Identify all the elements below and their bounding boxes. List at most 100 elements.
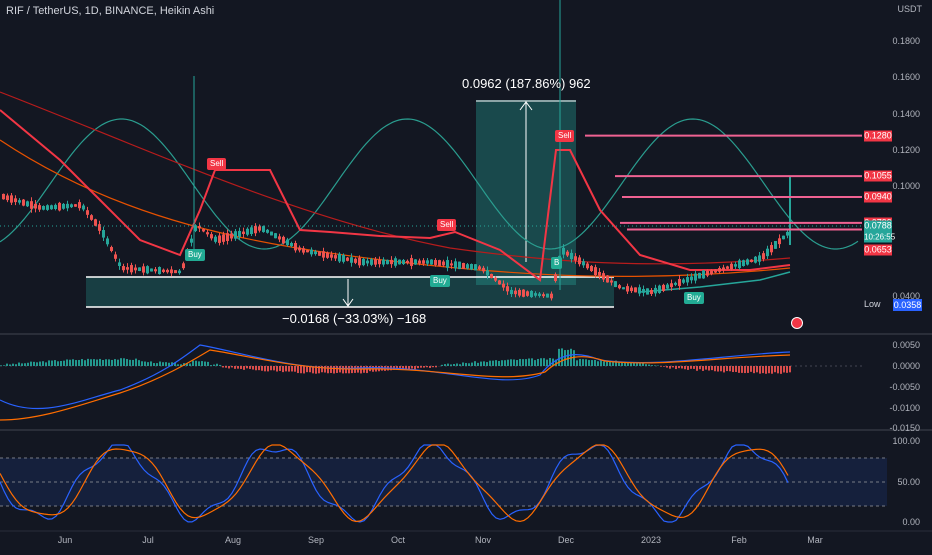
macd-histogram-bar — [597, 361, 599, 366]
candle-body — [750, 260, 753, 262]
candle-body — [110, 247, 113, 251]
candle-body — [94, 219, 97, 225]
candle-body — [314, 251, 317, 254]
candle-body — [566, 252, 569, 256]
macd-histogram-bar — [720, 366, 722, 371]
macd-histogram-bar — [420, 366, 422, 368]
macd-histogram-bar — [528, 358, 530, 366]
macd-histogram-bar — [639, 363, 641, 366]
macd-histogram-bar — [216, 364, 218, 366]
macd-histogram-bar — [336, 366, 338, 373]
candle-body — [494, 278, 497, 281]
macd-histogram-bar — [456, 363, 458, 366]
macd-histogram-bar — [201, 361, 203, 366]
last-price-label[interactable]: 0.0788 — [864, 221, 892, 232]
macd-histogram-bar — [582, 359, 584, 366]
stoch-tick: 50.00 — [897, 477, 920, 487]
macd-histogram-bar — [729, 366, 731, 371]
candle-body — [582, 261, 585, 265]
candle-body — [666, 285, 669, 289]
candle-body — [386, 260, 389, 264]
measure-up-label: 0.0962 (187.86%) 962 — [462, 76, 591, 91]
price-level-label[interactable]: 0.0940 — [864, 192, 892, 203]
candle-body — [546, 294, 549, 298]
macd-histogram-bar — [576, 360, 578, 366]
macd-histogram-bar — [267, 366, 269, 371]
macd-histogram-bar — [18, 363, 20, 366]
countdown-label: 10:26:55 — [864, 232, 892, 243]
macd-histogram-bar — [666, 366, 668, 368]
candle-body — [678, 279, 681, 286]
macd-histogram-bar — [507, 360, 509, 366]
macd-histogram-bar — [165, 362, 167, 366]
candle-body — [530, 291, 533, 297]
macd-histogram-bar — [225, 366, 227, 368]
macd-histogram-bar — [744, 366, 746, 373]
candle-body — [734, 264, 737, 266]
symbol-title[interactable]: RIF / TetherUS, 1D, BINANCE, Heikin Ashi — [6, 5, 214, 17]
candle-body — [242, 232, 245, 234]
candle-body — [542, 294, 545, 296]
candle-body — [82, 206, 85, 210]
macd-histogram-bar — [333, 366, 335, 373]
macd-histogram-bar — [789, 366, 791, 372]
candle-body — [402, 260, 405, 264]
macd-histogram-bar — [291, 366, 293, 371]
candle-body — [782, 236, 785, 240]
candle-body — [706, 271, 709, 276]
macd-histogram-bar — [345, 366, 347, 373]
time-tick: Aug — [225, 535, 241, 545]
macd-histogram-bar — [687, 366, 689, 370]
macd-histogram-bar — [738, 366, 740, 373]
macd-histogram-bar — [198, 361, 200, 366]
time-tick: Jun — [58, 535, 73, 545]
candle-body — [230, 234, 233, 239]
candle-body — [118, 262, 121, 266]
low-label: Low — [864, 299, 881, 309]
candle-body — [390, 260, 393, 264]
price-level-label[interactable]: 0.1055 — [864, 171, 892, 182]
candle-body — [654, 288, 657, 293]
macd-histogram-bar — [603, 361, 605, 366]
price-level-label[interactable]: 0.1280 — [864, 130, 892, 141]
macd-histogram-bar — [495, 360, 497, 366]
macd-histogram-bar — [678, 366, 680, 368]
candle-body — [778, 238, 781, 244]
price-level-label[interactable]: 0.0653 — [864, 244, 892, 255]
candle-body — [614, 281, 617, 287]
candle-body — [398, 260, 401, 265]
candle-body — [258, 226, 261, 230]
macd-histogram-bar — [42, 361, 44, 366]
macd-histogram-bar — [684, 366, 686, 369]
macd-histogram-bar — [537, 359, 539, 366]
candle-body — [2, 194, 5, 199]
candle-body — [138, 267, 141, 271]
candle-body — [570, 253, 573, 259]
macd-histogram-bar — [624, 363, 626, 366]
candle-body — [126, 267, 129, 270]
candle-body — [342, 255, 345, 262]
candle-body — [34, 204, 37, 209]
candle-body — [482, 268, 485, 272]
candle-body — [90, 215, 93, 220]
macd-histogram-bar — [147, 362, 149, 366]
macd-histogram-bar — [60, 361, 62, 366]
macd-histogram-bar — [474, 361, 476, 366]
candle-body — [634, 287, 637, 292]
macd-tick: -0.0050 — [889, 382, 920, 392]
candle-body — [338, 254, 341, 262]
macd-histogram-bar — [636, 363, 638, 366]
candle-body — [46, 205, 49, 210]
macd-histogram-bar — [777, 366, 779, 373]
candle-body — [306, 250, 309, 252]
macd-histogram-bar — [132, 360, 134, 366]
candle-body — [526, 291, 529, 296]
macd-histogram-bar — [192, 361, 194, 366]
candle-body — [174, 270, 177, 273]
candle-body — [462, 263, 465, 269]
macd-histogram-bar — [150, 361, 152, 366]
macd-histogram-bar — [432, 366, 434, 367]
price-tick: 0.1400 — [892, 109, 920, 119]
candle-body — [122, 266, 125, 270]
us-flag-icon[interactable] — [791, 317, 803, 329]
